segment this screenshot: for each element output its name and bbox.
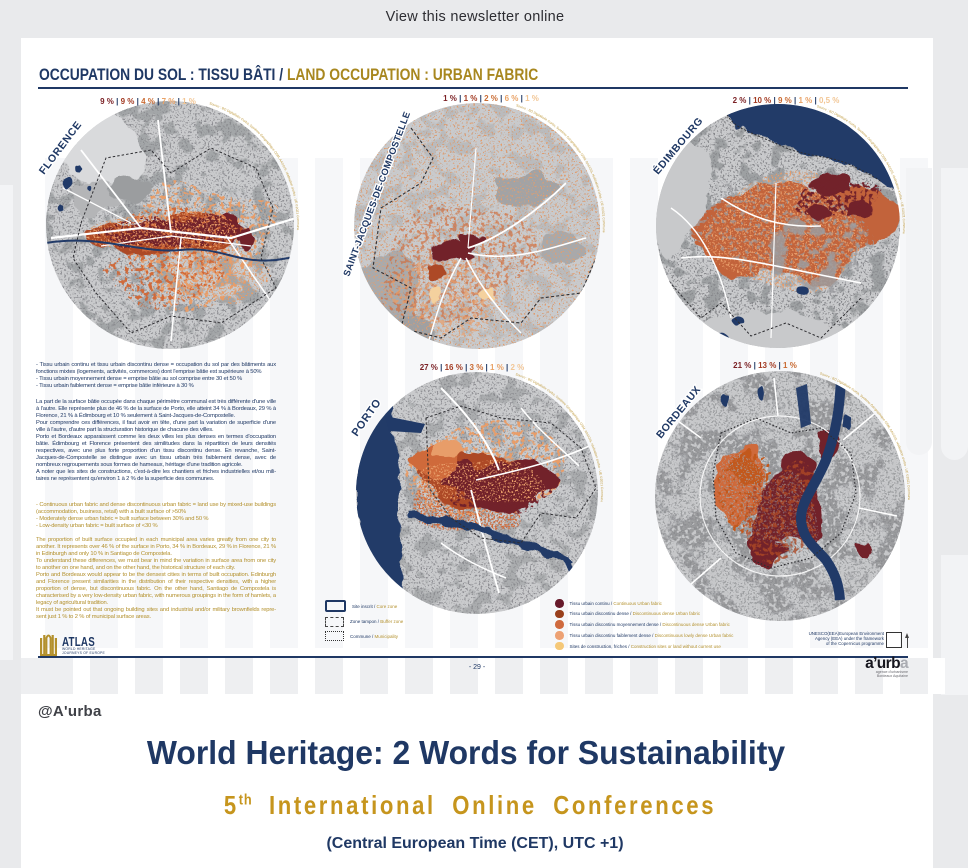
- svg-text:9 % | 9 % | 4 % | 7 % | 1 %: 9 % | 9 % | 4 % | 7 % | 1 %: [100, 97, 196, 106]
- svg-text:21 % | 13 % | 1 %: 21 % | 13 % | 1 %: [733, 361, 797, 370]
- svg-text:1 % | 1 % | 2 % | 6 % | 1 %: 1 % | 1 % | 2 % | 6 % | 1 %: [443, 94, 539, 103]
- svg-text:2 % | 10 % | 9 % | 1 % | 0,5 %: 2 % | 10 % | 9 % | 1 % | 0,5 %: [733, 96, 840, 105]
- svg-text:27 % | 16 % | 3 % | 1 % | 2 %: 27 % | 16 % | 3 % | 1 % | 2 %: [420, 363, 525, 372]
